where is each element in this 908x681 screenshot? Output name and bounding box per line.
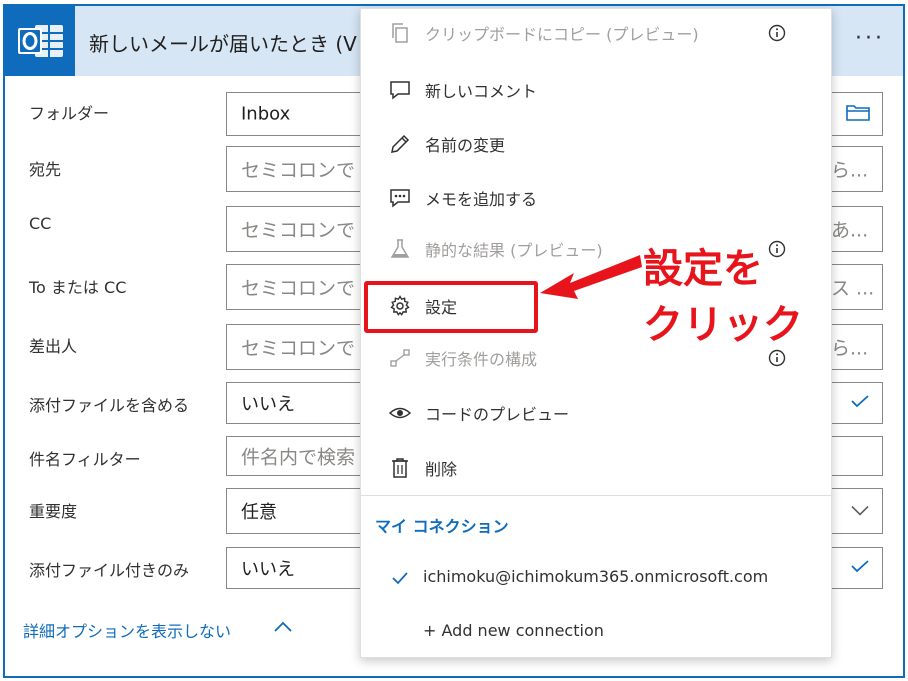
add-new-connection-button[interactable]: + Add new connection — [423, 621, 604, 640]
menu-item-label: 名前の変更 — [425, 136, 506, 155]
menu-item[interactable]: 削除 — [361, 446, 831, 490]
folder-icon[interactable] — [846, 103, 870, 125]
field-label: フォルダー — [29, 104, 110, 123]
info-icon[interactable] — [768, 349, 786, 367]
field-placeholder-tail: ス ... — [831, 277, 875, 300]
field-value: いいえ — [241, 559, 295, 580]
eye-icon — [388, 402, 412, 424]
menu-item-label: 新しいコメント — [425, 82, 538, 101]
pencil-icon — [389, 133, 411, 155]
field-value: いいえ — [241, 394, 295, 415]
copy-icon — [389, 22, 411, 44]
menu-item[interactable]: メモを追加する — [361, 176, 831, 220]
annotation-arrow-icon — [540, 255, 642, 299]
settings-highlight-box — [364, 281, 538, 333]
chevron-up-icon[interactable] — [273, 620, 293, 634]
field-label: To または CC — [29, 278, 127, 297]
check-icon — [850, 558, 870, 578]
info-icon[interactable] — [768, 240, 786, 258]
menu-separator — [361, 495, 831, 496]
field-label: 件名フィルター — [29, 450, 141, 469]
field-placeholder-tail: ら... — [831, 337, 869, 360]
field-value: 任意 — [241, 502, 277, 523]
field-label: 宛先 — [29, 160, 62, 179]
card-title[interactable]: 新しいメールが届いたとき (V — [89, 28, 357, 57]
connection-account-item[interactable]: ichimoku@ichimokum365.onmicrosoft.com — [423, 567, 768, 586]
field-placeholder-tail: ら... — [831, 159, 869, 182]
annotation-text-line1: 設定を — [643, 246, 763, 292]
flask-icon — [389, 238, 411, 260]
menu-item-label: メモを追加する — [425, 190, 538, 209]
field-placeholder: 件名内で検索 — [241, 446, 356, 469]
annotation-text-line2: クリック — [643, 302, 803, 348]
menu-item: クリップボードにコピー (プレビュー) — [361, 11, 831, 55]
menu-item[interactable]: 新しいコメント — [361, 68, 831, 112]
chevron-down-icon[interactable] — [850, 502, 870, 521]
check-icon — [392, 572, 408, 585]
my-connections-heading: マイ コネクション — [375, 517, 509, 536]
field-label: 添付ファイル付きのみ — [29, 561, 190, 580]
run-after-icon — [389, 347, 411, 369]
field-placeholder: セミコロンで — [241, 219, 356, 242]
field-label: 重要度 — [29, 502, 78, 521]
more-options-button[interactable]: ··· — [850, 24, 890, 54]
comment-icon — [389, 79, 411, 101]
outlook-icon — [5, 6, 75, 76]
trash-icon — [389, 457, 411, 479]
menu-item[interactable]: コードのプレビュー — [361, 391, 831, 435]
menu-item[interactable]: 名前の変更 — [361, 122, 831, 166]
field-label: 添付ファイルを含める — [29, 396, 190, 415]
note-icon — [389, 187, 411, 209]
field-value: Inbox — [241, 103, 291, 125]
hide-advanced-options-link[interactable]: 詳細オプションを表示しない — [23, 618, 231, 642]
field-placeholder: セミコロンで — [241, 159, 356, 182]
field-placeholder-tail: あ... — [831, 219, 869, 242]
info-icon[interactable] — [768, 24, 786, 42]
field-placeholder: セミコロンで — [241, 337, 356, 360]
field-placeholder: セミコロンで — [241, 277, 356, 300]
check-icon — [850, 393, 870, 413]
menu-item-label: コードのプレビュー — [425, 405, 570, 424]
menu-item-label: クリップボードにコピー (プレビュー) — [425, 25, 699, 44]
menu-item-label: 削除 — [425, 460, 458, 479]
field-label: CC — [29, 214, 52, 233]
menu-item-label: 実行条件の構成 — [425, 350, 538, 369]
field-label: 差出人 — [29, 337, 78, 356]
